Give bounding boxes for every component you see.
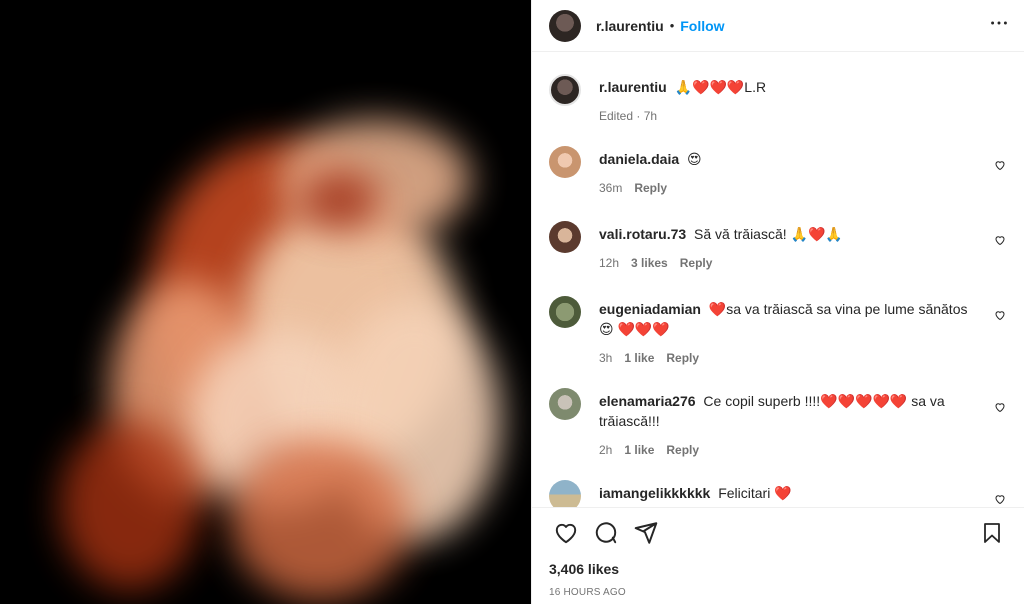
commenter-avatar[interactable] bbox=[549, 388, 581, 420]
comment-text: 😍 bbox=[687, 151, 702, 167]
action-bar bbox=[532, 507, 1024, 557]
comment-text: Să vă trăiască! 🙏❤️🙏 bbox=[694, 226, 843, 242]
comment-time[interactable]: 12h bbox=[599, 256, 619, 270]
caption: r.laurentiu 🙏❤️❤️❤️L.R Edited · 7h bbox=[549, 74, 1012, 123]
commenter-username[interactable]: elenamaria276 bbox=[599, 393, 696, 409]
caption-avatar[interactable] bbox=[549, 74, 581, 106]
reply-button[interactable]: Reply bbox=[634, 181, 667, 195]
comment-item: vali.rotaru.73 Să vă trăiască! 🙏❤️🙏 12h … bbox=[549, 221, 1012, 270]
follow-button[interactable]: Follow bbox=[680, 18, 724, 34]
commenter-username[interactable]: daniela.daia bbox=[599, 151, 679, 167]
commenter-username[interactable]: eugeniadamian bbox=[599, 301, 701, 317]
author-avatar[interactable] bbox=[549, 9, 581, 42]
comment-like-icon[interactable] bbox=[994, 401, 1006, 413]
comment-text: Felicitari ❤️ bbox=[718, 485, 792, 501]
commenter-avatar[interactable] bbox=[549, 146, 581, 178]
comment-item: daniela.daia 😍 36m Reply bbox=[549, 146, 1012, 195]
commenter-avatar[interactable] bbox=[549, 296, 581, 328]
separator-dot: • bbox=[669, 18, 675, 33]
comment-item: iamangelikkkkkk Felicitari ❤️ bbox=[549, 480, 1012, 507]
comment-icon[interactable] bbox=[586, 513, 626, 553]
caption-edited: Edited · 7h bbox=[599, 109, 658, 123]
share-icon[interactable] bbox=[626, 513, 666, 553]
reply-button[interactable]: Reply bbox=[666, 443, 699, 457]
caption-username[interactable]: r.laurentiu bbox=[599, 79, 667, 95]
comment-time[interactable]: 3h bbox=[599, 351, 612, 365]
comments-list[interactable]: r.laurentiu 🙏❤️❤️❤️L.R Edited · 7h danie… bbox=[532, 52, 1024, 507]
comment-item: eugeniadamian ❤️sa va trăiască sa vina p… bbox=[549, 296, 1012, 365]
comment-like-icon[interactable] bbox=[994, 309, 1006, 321]
commenter-username[interactable]: vali.rotaru.73 bbox=[599, 226, 686, 242]
comment-time[interactable]: 2h bbox=[599, 443, 612, 457]
comment-like-icon[interactable] bbox=[994, 493, 1006, 505]
commenter-avatar[interactable] bbox=[549, 480, 581, 507]
post-timestamp[interactable]: 16 HOURS AGO bbox=[532, 577, 1024, 604]
save-icon[interactable] bbox=[972, 513, 1012, 553]
post-panel: r.laurentiu • Follow r.laurentiu 🙏❤️❤️❤️… bbox=[531, 0, 1024, 604]
reply-button[interactable]: Reply bbox=[680, 256, 713, 270]
author-username[interactable]: r.laurentiu bbox=[596, 18, 664, 34]
comment-like-icon[interactable] bbox=[994, 159, 1006, 171]
caption-text: 🙏❤️❤️❤️L.R bbox=[674, 79, 767, 95]
comment-likes[interactable]: 1 like bbox=[624, 351, 654, 365]
reply-button[interactable]: Reply bbox=[666, 351, 699, 365]
comment-item: elenamaria276 Ce copil superb !!!!❤️❤️❤️… bbox=[549, 388, 1012, 457]
post-image[interactable] bbox=[0, 0, 531, 604]
post-viewer: r.laurentiu • Follow r.laurentiu 🙏❤️❤️❤️… bbox=[0, 0, 1024, 604]
more-options-icon[interactable] bbox=[988, 12, 1010, 39]
like-icon[interactable] bbox=[546, 513, 586, 553]
comment-like-icon[interactable] bbox=[994, 234, 1006, 246]
comment-likes[interactable]: 1 like bbox=[624, 443, 654, 457]
likes-count[interactable]: 3,406 likes bbox=[532, 557, 1024, 577]
comment-likes[interactable]: 3 likes bbox=[631, 256, 668, 270]
comment-time[interactable]: 36m bbox=[599, 181, 622, 195]
commenter-username[interactable]: iamangelikkkkkk bbox=[599, 485, 710, 501]
post-header: r.laurentiu • Follow bbox=[532, 0, 1024, 52]
commenter-avatar[interactable] bbox=[549, 221, 581, 253]
